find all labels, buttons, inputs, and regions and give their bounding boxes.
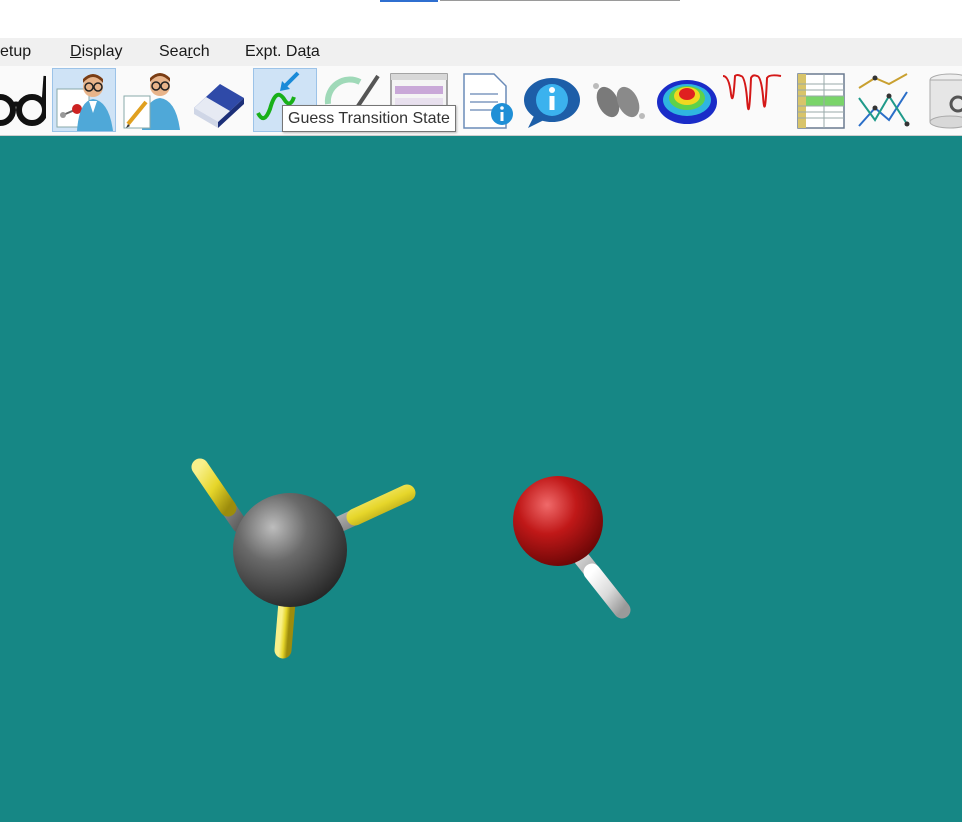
potential-map-icon xyxy=(657,80,717,124)
spectra-button[interactable] xyxy=(721,68,785,132)
plot-icon xyxy=(858,73,910,127)
glasses-icon xyxy=(0,75,46,126)
plot-button[interactable] xyxy=(855,68,919,132)
menu-expt-data[interactable]: Expt. Data xyxy=(245,43,320,61)
spectra-icon xyxy=(722,74,782,111)
carbon-atom[interactable] xyxy=(233,493,347,607)
eraser-icon xyxy=(194,84,244,128)
view-button[interactable] xyxy=(0,68,46,132)
molecule-scene xyxy=(191,458,631,659)
menu-search[interactable]: Search xyxy=(159,43,210,61)
menu-display[interactable]: Display xyxy=(70,43,122,61)
oxygen-atom[interactable] xyxy=(513,476,603,566)
menu-bar: etup Display Search Expt. Data xyxy=(0,38,962,66)
toolbar xyxy=(0,66,962,136)
molecule-viewport[interactable] xyxy=(0,136,962,822)
title-divider xyxy=(440,0,680,1)
orbitals-button[interactable] xyxy=(588,68,652,132)
bond-h2 xyxy=(346,484,416,526)
orbitals-icon xyxy=(593,83,645,119)
build-button[interactable] xyxy=(52,68,116,132)
database-icon xyxy=(929,73,962,129)
tab-accent xyxy=(380,0,438,2)
bond-h3 xyxy=(274,593,296,659)
build-molecule-icon xyxy=(56,74,113,131)
tooltip: Guess Transition State xyxy=(282,105,456,132)
menu-setup[interactable]: etup xyxy=(0,43,31,61)
bond-h1 xyxy=(191,458,237,517)
eraser-button[interactable] xyxy=(186,68,250,132)
document-info-button[interactable] xyxy=(456,68,520,132)
edit-builder-icon xyxy=(123,73,180,130)
hydroxyl-group[interactable] xyxy=(513,476,631,619)
document-info-icon xyxy=(463,73,513,129)
spreadsheet-button[interactable] xyxy=(788,68,852,132)
info-bubble-button[interactable] xyxy=(522,68,586,132)
bond-oh xyxy=(583,563,631,619)
spreadsheet-icon xyxy=(797,73,845,129)
title-strip xyxy=(0,0,962,38)
edit-builder-button[interactable] xyxy=(120,68,184,132)
methyl-group[interactable] xyxy=(191,458,416,659)
database-button[interactable] xyxy=(924,68,962,132)
info-bubble-icon xyxy=(524,78,580,128)
potential-map-button[interactable] xyxy=(655,68,719,132)
